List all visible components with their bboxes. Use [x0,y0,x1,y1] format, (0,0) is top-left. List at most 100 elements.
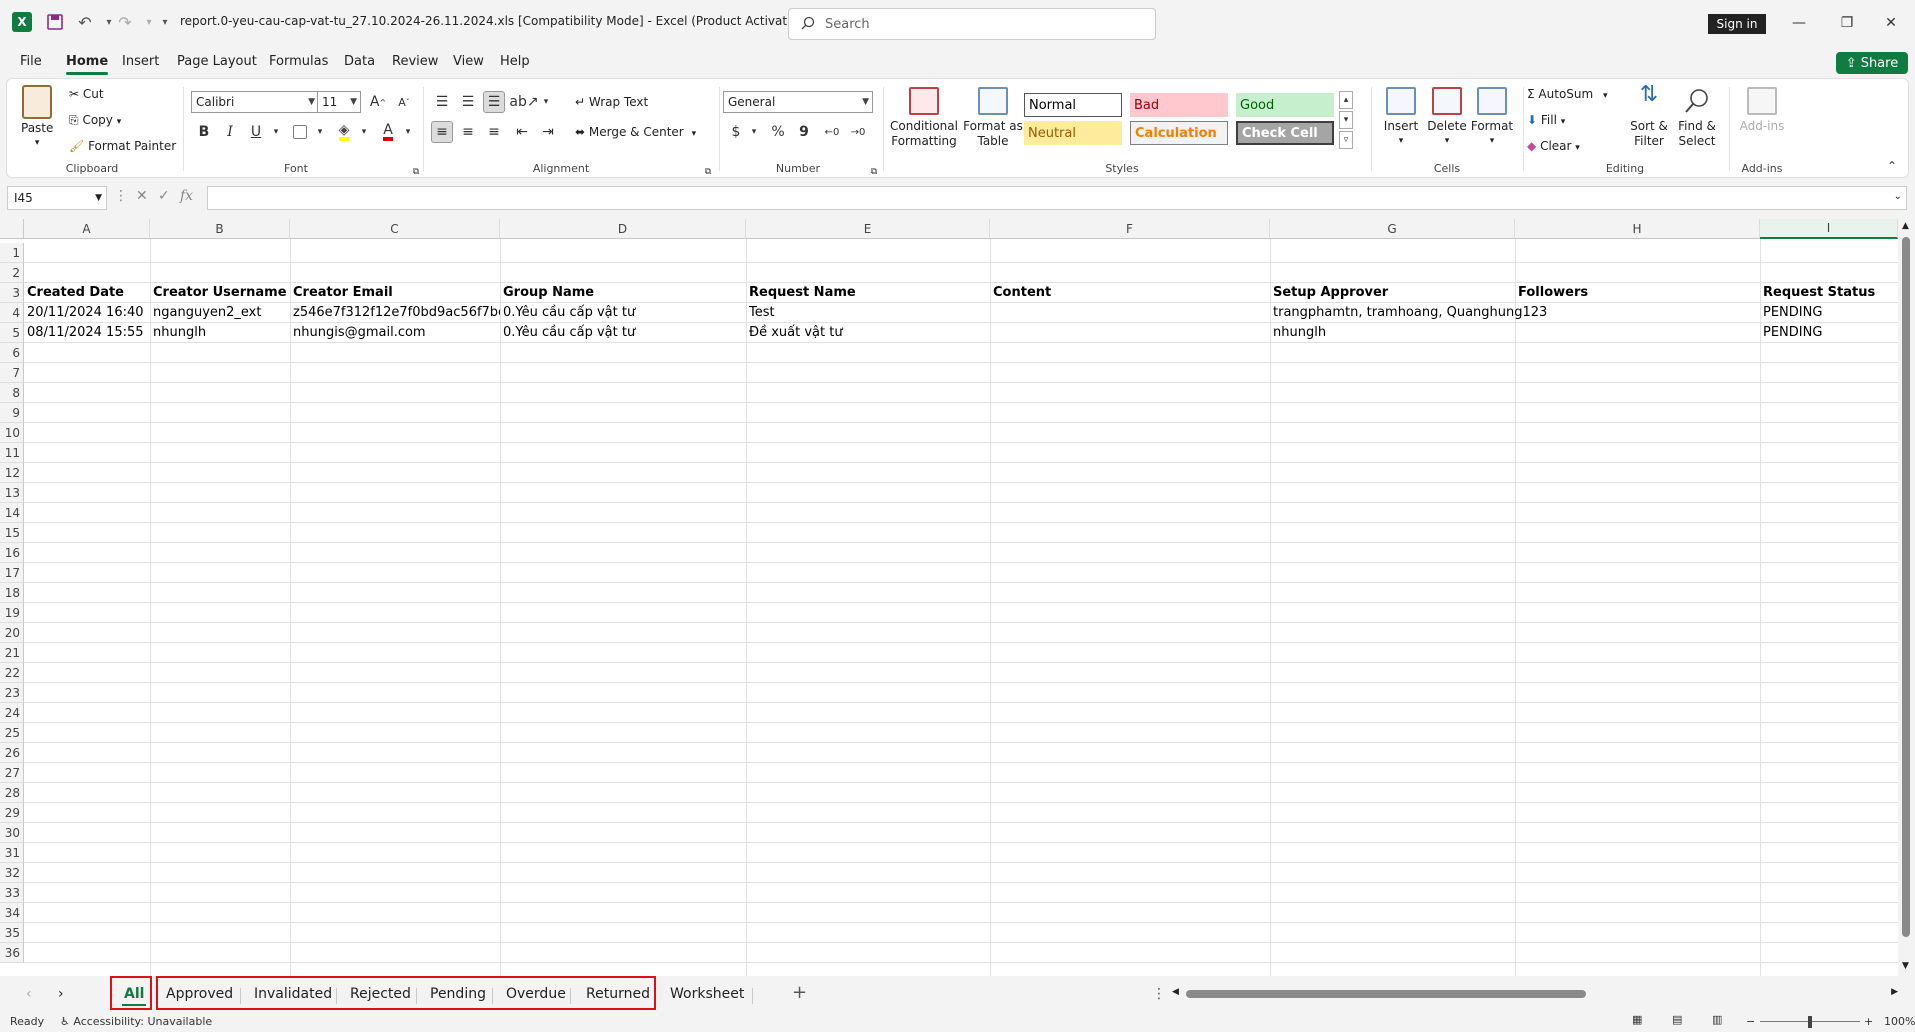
tab-view[interactable]: View [453,54,484,69]
row-header-21[interactable]: 21 [0,643,24,663]
row-header-20[interactable]: 20 [0,623,24,643]
select-all-corner[interactable] [0,219,24,239]
zoom-in-icon[interactable]: + [1864,1015,1873,1028]
row-header-30[interactable]: 30 [0,823,24,843]
fill-color-dropdown-icon[interactable]: ▾ [353,121,375,143]
accessibility-status[interactable]: ♿ Accessibility: Unavailable [60,1015,212,1028]
copy-button[interactable]: ⎘ Copy ▾ [69,113,121,128]
style-bad[interactable]: Bad [1130,93,1228,117]
data-cell[interactable] [1515,323,1760,343]
percent-button[interactable]: % [767,121,789,143]
insert-function-icon[interactable]: fx [180,188,193,204]
data-cell[interactable]: Đề xuất vật tư [746,323,990,343]
align-top-icon[interactable]: ☰ [431,91,453,113]
close-button[interactable]: ✕ [1868,8,1914,38]
row-header-9[interactable]: 9 [0,403,24,423]
more-options-icon[interactable]: ⋮ [114,188,128,204]
column-header-f[interactable]: F [990,219,1270,239]
share-button[interactable]: ⇪ Share [1836,52,1908,74]
column-header-e[interactable]: E [746,219,990,239]
row-header-32[interactable]: 32 [0,863,24,883]
tab-data[interactable]: Data [344,54,375,69]
sheet-tab-returned[interactable]: Returned [586,986,650,1002]
scroll-up-icon[interactable]: ▲ [1902,221,1909,231]
sheet-tab-rejected[interactable]: Rejected [350,986,411,1002]
header-cell[interactable]: Request Status [1760,283,1898,303]
data-cell[interactable]: 0.Yêu cầu cấp vật tư [500,323,746,343]
name-box[interactable]: I45 ▼ [7,186,107,210]
data-cell[interactable]: nhungis@gmail.com [290,323,500,343]
data-cell[interactable] [1515,303,1760,323]
row-header-16[interactable]: 16 [0,543,24,563]
row-header-25[interactable]: 25 [0,723,24,743]
row-header-3[interactable]: 3 [0,283,24,303]
italic-button[interactable]: I [219,121,241,143]
expand-formula-bar-icon[interactable]: ⌄ [1894,191,1902,202]
row-header-2[interactable]: 2 [0,263,24,283]
row-header-10[interactable]: 10 [0,423,24,443]
style-check-cell[interactable]: Check Cell [1236,121,1334,145]
row-header-5[interactable]: 5 [0,323,24,343]
borders-icon[interactable] [289,121,311,143]
add-sheet-icon[interactable]: + [792,982,807,1003]
row-header-14[interactable]: 14 [0,503,24,523]
row-header-27[interactable]: 27 [0,763,24,783]
data-cell[interactable]: PENDING [1760,303,1898,323]
row-header-17[interactable]: 17 [0,563,24,583]
scroll-right-icon[interactable]: ▶ [1891,987,1898,997]
conditional-formatting-button[interactable]: Conditional Formatting [887,87,961,149]
fill-color-icon[interactable]: ◈ [333,121,355,143]
font-size-select[interactable]: 11 ▼ [317,91,361,113]
header-cell[interactable]: Created Date [24,283,150,303]
increase-indent-icon[interactable]: ⇥ [537,121,559,143]
row-header-35[interactable]: 35 [0,923,24,943]
row-header-29[interactable]: 29 [0,803,24,823]
column-header-d[interactable]: D [500,219,746,239]
grow-font-button[interactable]: A ^ [367,91,389,113]
row-header-18[interactable]: 18 [0,583,24,603]
row-header-24[interactable]: 24 [0,703,24,723]
shrink-font-button[interactable]: Aˇ [393,91,415,113]
tab-page-layout[interactable]: Page Layout [177,54,257,69]
row-header-23[interactable]: 23 [0,683,24,703]
number-dialog-launcher-icon[interactable]: ⧉ [863,161,885,183]
data-cell[interactable]: nhunglh [150,323,290,343]
style-good[interactable]: Good [1236,93,1334,117]
header-cell[interactable]: Content [990,283,1270,303]
row-header-8[interactable]: 8 [0,383,24,403]
alignment-dialog-launcher-icon[interactable]: ⧉ [697,161,719,183]
insert-cells-button[interactable]: Insert ▾ [1379,87,1423,149]
header-cell[interactable]: Creator Email [290,283,500,303]
tab-home[interactable]: Home [66,54,109,75]
next-sheet-icon[interactable]: › [58,986,64,1002]
align-left-icon[interactable]: ≡ [431,121,453,143]
row-header-19[interactable]: 19 [0,603,24,623]
row-header-15[interactable]: 15 [0,523,24,543]
wrap-text-button[interactable]: ↵ Wrap Text [575,95,648,109]
header-cell[interactable]: Request Name [746,283,990,303]
clear-button[interactable]: ◆ Clear ▾ [1527,139,1580,153]
fill-button[interactable]: ⬇ Fill ▾ [1527,113,1565,127]
column-header-g[interactable]: G [1270,219,1515,239]
sheet-tab-approved[interactable]: Approved [166,986,233,1002]
minimize-button[interactable]: — [1776,8,1822,38]
header-cell[interactable]: Group Name [500,283,746,303]
column-header-i[interactable]: I [1760,219,1898,239]
borders-dropdown-icon[interactable]: ▾ [309,121,331,143]
prev-sheet-icon[interactable]: ‹ [26,986,32,1002]
decrease-decimal-icon[interactable]: →0 [847,121,869,143]
format-painter-button[interactable]: 🖌 Format Painter [69,139,176,153]
zoom-out-icon[interactable]: − [1746,1015,1755,1028]
paste-button[interactable]: Paste ▾ [21,85,53,151]
align-right-icon[interactable]: ≡ [483,121,505,143]
page-layout-view-icon[interactable]: ▤ [1672,1013,1682,1026]
tab-formulas[interactable]: Formulas [269,54,328,69]
format-as-table-button[interactable]: Format as Table [963,87,1023,149]
search-box[interactable]: Search [788,8,1156,40]
row-header-11[interactable]: 11 [0,443,24,463]
underline-button[interactable]: U [245,121,267,143]
orientation-icon[interactable]: ab↗ [509,91,538,113]
font-color-dropdown-icon[interactable]: ▾ [397,121,419,143]
cut-button[interactable]: ✂ Cut [69,87,104,101]
tab-help[interactable]: Help [500,54,530,69]
